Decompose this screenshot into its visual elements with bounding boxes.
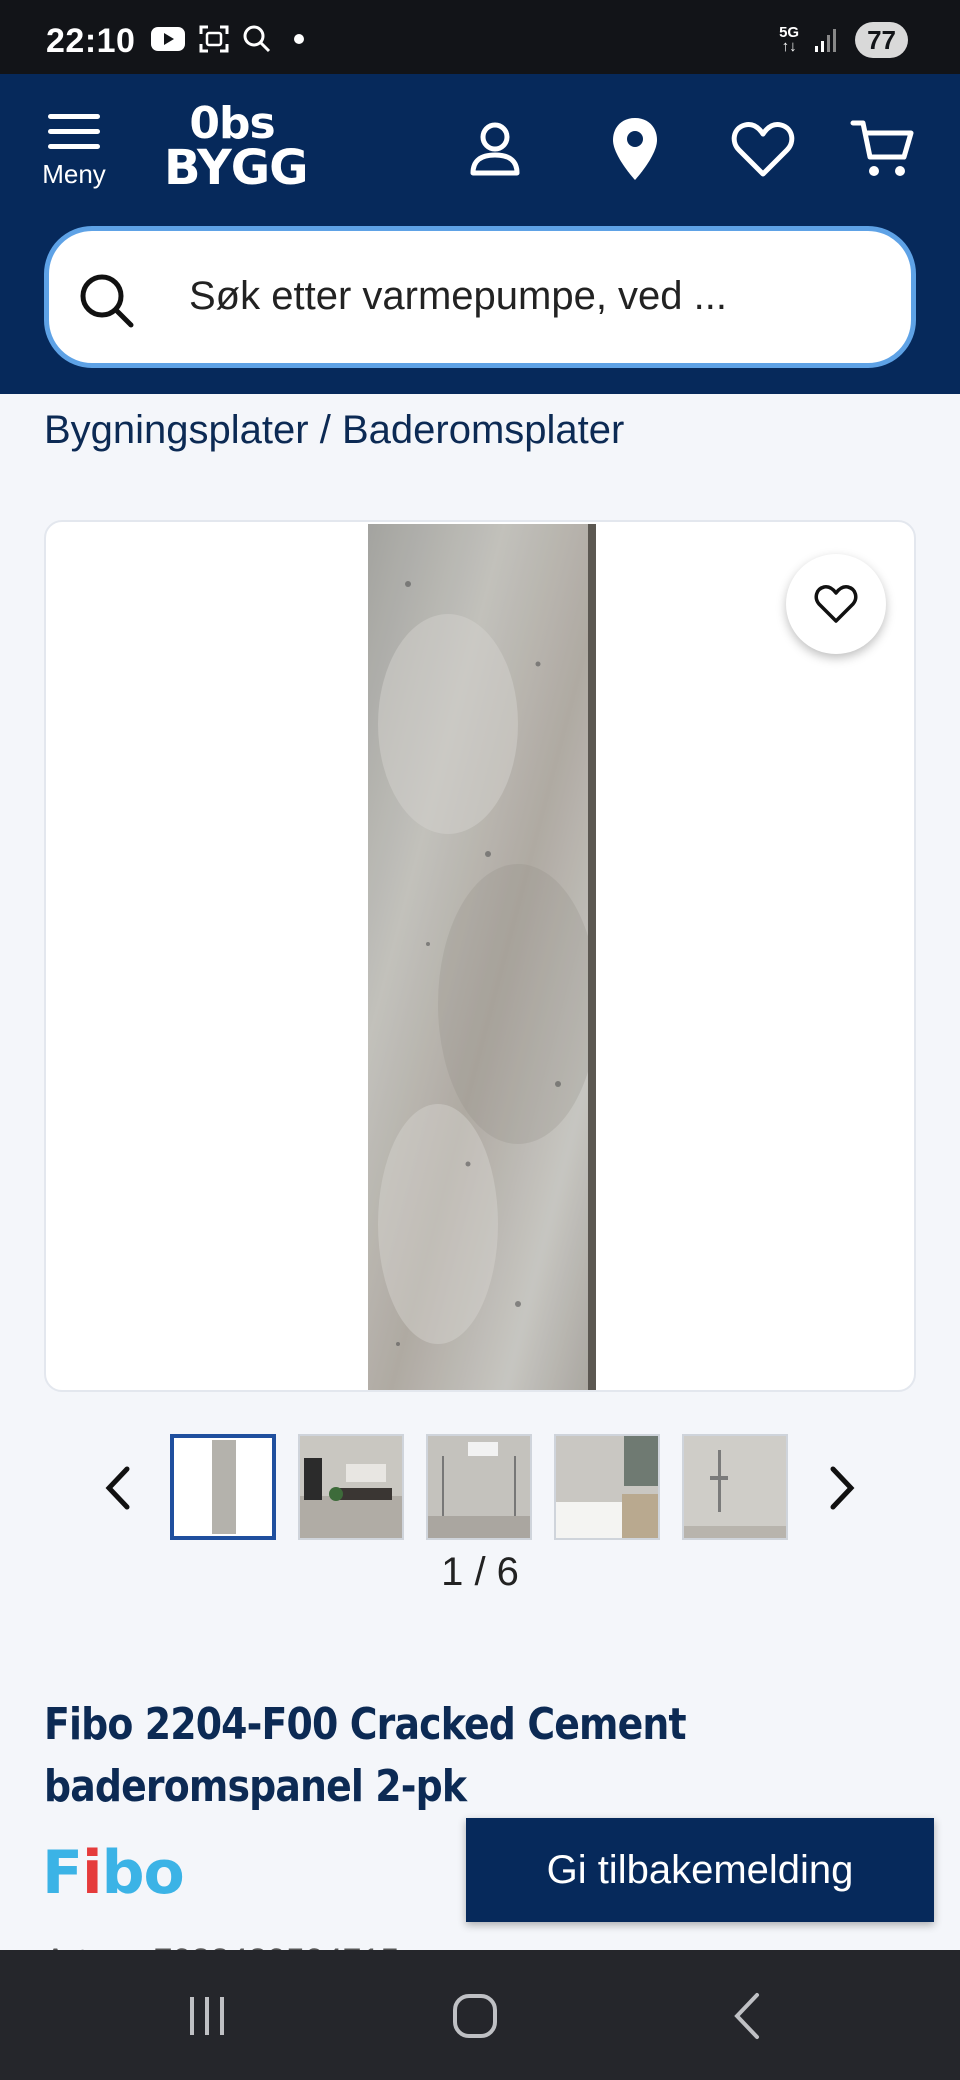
heart-icon [731,122,795,177]
status-icons-left [150,24,314,54]
thumbnail-1[interactable] [170,1434,276,1540]
menu-label: Meny [42,159,106,189]
chevron-left-icon [105,1466,130,1510]
recent-apps-button[interactable] [172,1988,242,2044]
store-locator-button[interactable] [600,114,670,184]
search-bar[interactable] [44,226,916,368]
dot-icon [294,34,304,44]
menu-button[interactable]: Meny [36,114,112,210]
back-button[interactable] [712,1988,782,2044]
add-to-wishlist-button[interactable] [786,554,886,654]
breadcrumb: Bygningsplater / Baderomsplater [44,408,624,453]
breadcrumb-separator: / [308,408,342,452]
thumbnail-3[interactable] [426,1434,532,1540]
thumbnail-image [174,1438,272,1536]
cart-icon [850,120,914,176]
image-counter: 1 / 6 [441,1550,519,1594]
network-label: 5G [779,24,800,41]
breadcrumb-item-bygningsplater[interactable]: Bygningsplater [44,408,309,452]
brand-i: i [82,1838,103,1908]
fibo-brand-logo[interactable]: Fibo [42,1838,185,1908]
thumbnail-image [300,1436,402,1538]
chevron-right-icon [830,1466,855,1510]
brand-bo: bo [101,1838,185,1908]
logo-line2: BYGG [164,140,309,196]
feedback-button[interactable]: Gi tilbakemelding [466,1818,934,1922]
next-image-button[interactable] [812,1458,872,1518]
cart-button[interactable] [848,114,918,184]
thumbnail-carousel [0,1434,960,1544]
youtube-icon [151,27,185,51]
back-icon [734,1993,759,2039]
location-pin-icon [613,118,657,180]
status-bar: 22:10 5G ↑↓ 77 [0,0,960,74]
wishlist-button[interactable] [728,114,798,184]
battery-icon: 77 [855,22,908,58]
prev-image-button[interactable] [88,1458,148,1518]
product-title-line1: Fibo 2204-F00 Cracked Cement [44,1699,687,1750]
brand-f: F [42,1838,83,1908]
heart-icon [814,585,858,623]
hamburger-icon [36,114,112,149]
product-image-card[interactable] [44,520,916,1392]
5g-icon: 5G ↑↓ [779,24,800,55]
product-title-line2: baderomspanel 2-pk [44,1761,467,1812]
site-header: Meny 0bs BYGG [0,74,960,394]
home-icon [453,1994,497,2038]
thumbnail-image [556,1436,658,1538]
account-button[interactable] [460,114,530,184]
scan-icon [199,25,229,53]
search-icon [243,25,271,53]
signal-icon [815,29,837,52]
home-button[interactable] [440,1988,510,2044]
account-icon [470,122,520,176]
status-icons-right: 5G ↑↓ 77 [779,22,908,58]
search-icon[interactable] [77,271,137,331]
search-input[interactable] [189,261,869,331]
android-nav-bar [0,1950,960,2080]
thumbnail-2[interactable] [298,1434,404,1540]
thumbnail-5[interactable] [682,1434,788,1540]
breadcrumb-item-baderomsplater[interactable]: Baderomsplater [342,408,624,452]
product-title: Fibo 2204-F00 Cracked Cement baderomspan… [44,1694,698,1818]
thumbnail-image [428,1436,530,1538]
product-image [368,524,596,1390]
thumbnail-image [684,1436,786,1538]
status-time: 22:10 [46,22,136,60]
obs-bygg-logo[interactable]: 0bs BYGG [164,102,309,202]
thumbnail-4[interactable] [554,1434,660,1540]
recent-apps-icon [190,1997,224,2035]
